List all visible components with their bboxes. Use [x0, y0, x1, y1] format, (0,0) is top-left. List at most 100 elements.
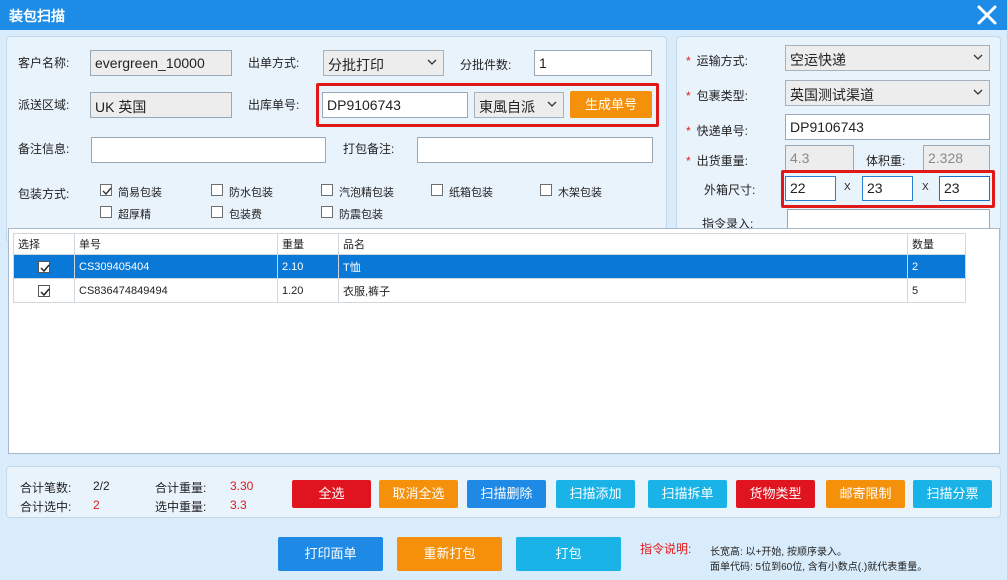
packing-checkbox-shockproof[interactable]	[321, 206, 333, 218]
instruction-line-1: 长宽高: 以+开始, 按顺序录入。	[710, 547, 847, 558]
check-icon	[40, 264, 50, 272]
print-label-button[interactable]: 打印面单	[278, 537, 383, 571]
table-row[interactable]: CS309405404 2.10 T恤 2	[13, 254, 966, 279]
name-cell: T恤	[338, 254, 908, 279]
transport-label: * 运输方式:	[686, 54, 749, 68]
outbound-no-input[interactable]: DP9106743	[322, 92, 468, 118]
selected-weight-label: 选中重量:	[155, 500, 207, 514]
package-type-value: 英国测试渠道	[790, 87, 874, 103]
deselect-all-button[interactable]: 取消全选	[379, 480, 458, 508]
qty-cell: 5	[907, 278, 966, 303]
column-header-name[interactable]: 品名	[338, 233, 908, 255]
title-bar: 装包扫描	[0, 0, 1007, 30]
packing-option-label: 汽泡精包装	[339, 187, 394, 199]
remark-label: 备注信息:	[18, 142, 70, 156]
generate-number-button[interactable]: 生成单号	[570, 91, 652, 118]
pack-remark-input[interactable]	[417, 137, 653, 163]
tracking-label: * 快递单号:	[686, 124, 749, 138]
row-checkbox[interactable]	[38, 260, 50, 273]
instructions-title: 指令说明:	[640, 542, 692, 556]
check-icon	[40, 288, 50, 296]
close-icon[interactable]	[975, 3, 999, 27]
pack-button[interactable]: 打包	[516, 537, 621, 571]
column-header-select[interactable]: 选择	[13, 233, 75, 255]
transport-value: 空运快递	[790, 52, 846, 68]
select-all-button[interactable]: 全选	[292, 480, 371, 508]
packing-checkbox-wooden[interactable]	[540, 184, 552, 196]
column-header-qty[interactable]: 数量	[907, 233, 966, 255]
check-icon	[102, 187, 112, 196]
weight-cell: 1.20	[277, 278, 339, 303]
qty-cell: 2	[907, 254, 966, 279]
packing-checkbox-carton[interactable]	[431, 184, 443, 196]
packing-label: 包装方式:	[18, 187, 70, 201]
postal-limit-button[interactable]: 邮寄限制	[826, 480, 905, 508]
weight-field[interactable]: 4.3	[785, 145, 854, 171]
repack-button[interactable]: 重新打包	[397, 537, 502, 571]
batch-count-label: 分批件数:	[460, 58, 512, 72]
packing-option-label: 防震包装	[339, 209, 383, 221]
package-type-select[interactable]: 英国测试渠道	[785, 80, 990, 106]
total-weight-label: 合计重量:	[155, 481, 207, 495]
weight-cell: 2.10	[277, 254, 339, 279]
packing-option-label: 防水包装	[229, 187, 273, 199]
chevron-down-icon	[973, 54, 983, 60]
remark-input[interactable]	[91, 137, 326, 163]
order-no-cell: CS836474849494	[74, 278, 278, 303]
chevron-down-icon	[973, 89, 983, 95]
selected-count-value: 2	[93, 498, 100, 512]
packing-option-label: 超厚精	[118, 209, 151, 221]
length-input[interactable]: 22	[785, 176, 836, 201]
delivery-area-field[interactable]: UK 英国	[90, 92, 232, 118]
column-header-order-no[interactable]: 单号	[74, 233, 278, 255]
dimensions-label: 外箱尺寸:	[704, 183, 756, 197]
customer-field[interactable]: evergreen_10000	[90, 50, 232, 76]
batch-count-input[interactable]: 1	[534, 50, 652, 76]
row-select-cell[interactable]	[13, 278, 75, 303]
chevron-down-icon	[427, 59, 437, 65]
packing-checkbox-simple[interactable]	[100, 184, 112, 196]
row-checkbox[interactable]	[38, 284, 50, 297]
name-cell: 衣服,裤子	[338, 278, 908, 303]
scan-split-button[interactable]: 扫描拆单	[648, 480, 727, 508]
items-table: 选择 单号 重量 品名 数量 CS309405404 2.10 T恤 2 CS8…	[13, 233, 966, 303]
packing-option-label: 木架包装	[558, 187, 602, 199]
total-count-value: 2/2	[93, 479, 110, 493]
delivery-area-label: 派送区域:	[18, 98, 70, 112]
window-title: 装包扫描	[9, 8, 65, 24]
packing-checkbox-bubble[interactable]	[321, 184, 333, 196]
volume-weight-field[interactable]: 2.328	[923, 145, 990, 171]
total-weight-value: 3.30	[230, 479, 254, 493]
items-grid: 选择 单号 重量 品名 数量 CS309405404 2.10 T恤 2 CS8…	[8, 228, 1000, 454]
dimension-separator: X	[922, 182, 929, 193]
selected-weight-value: 3.3	[230, 498, 247, 512]
order-method-select[interactable]: 分批打印	[323, 50, 444, 76]
table-row[interactable]: CS836474849494 1.20 衣服,裤子 5	[13, 278, 966, 303]
scan-split-ticket-button[interactable]: 扫描分票	[913, 480, 992, 508]
goods-type-button[interactable]: 货物类型	[736, 480, 815, 508]
outbound-no-label: 出库单号:	[248, 98, 300, 112]
tracking-input[interactable]: DP9106743	[785, 114, 990, 140]
order-method-value: 分批打印	[328, 57, 384, 73]
row-select-cell[interactable]	[13, 254, 75, 279]
packing-checkbox-waterproof[interactable]	[211, 184, 223, 196]
outbound-channel-select[interactable]: 東風自派	[474, 92, 564, 118]
selected-count-label: 合计选中:	[20, 500, 72, 514]
pack-remark-label: 打包备注:	[343, 142, 395, 156]
scan-delete-button[interactable]: 扫描删除	[467, 480, 546, 508]
packing-option-label: 纸箱包装	[449, 187, 493, 199]
packing-checkbox-extra-thick[interactable]	[100, 206, 112, 218]
order-method-label: 出单方式:	[248, 56, 300, 70]
column-header-weight[interactable]: 重量	[277, 233, 339, 255]
order-no-cell: CS309405404	[74, 254, 278, 279]
total-count-label: 合计笔数:	[20, 481, 72, 495]
width-input[interactable]: 23	[862, 176, 913, 201]
transport-select[interactable]: 空运快递	[785, 45, 990, 71]
instruction-line-2: 面单代码: 5位到60位, 含有小数点(.)就代表重量。	[710, 562, 928, 573]
table-header-row: 选择 单号 重量 品名 数量	[13, 233, 966, 255]
volume-weight-label: 体积重:	[866, 154, 906, 168]
packing-option-label: 包装费	[229, 209, 262, 221]
packing-checkbox-fee[interactable]	[211, 206, 223, 218]
scan-add-button[interactable]: 扫描添加	[556, 480, 635, 508]
height-input[interactable]: 23	[939, 176, 990, 201]
